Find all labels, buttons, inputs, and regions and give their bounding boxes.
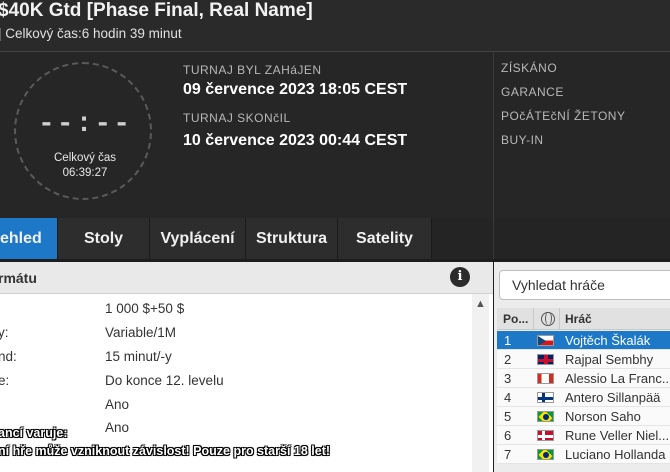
flag-fi-icon [537,392,554,403]
player-position: 7 [504,447,512,462]
divider [493,51,494,259]
player-row[interactable]: 4 Antero Sillanpää [497,388,670,407]
column-position[interactable]: Po... [503,312,528,326]
players-table-header: Po... Hráč [497,308,670,330]
tab-tables[interactable]: Stoly [58,218,150,259]
flag-gb-icon [537,354,554,365]
clock-digits: --:-- [37,109,132,140]
gambling-warning-text: ní hře může vzniknout závislost! Pouze p… [0,444,331,458]
tab-structure[interactable]: Struktura [246,218,338,259]
player-name: Alessio La Franc... [565,371,670,386]
started-value: 09 července 2023 18:05 CEST [183,81,408,98]
player-row[interactable]: 3 Alessio La Franc... [497,369,670,388]
ended-label: TURNAJ SKONčIL [183,111,291,125]
buy-in-label: BUY-IN [501,133,544,147]
player-name: Vojtěch Škalák [565,333,651,348]
flag-br-icon [537,411,554,422]
scroll-up-icon[interactable]: ▲ [475,298,486,310]
player-name: Antero Sillanpää [565,390,661,405]
detail-value: Ano [105,420,130,435]
player-row[interactable]: 5 Norson Saho [497,407,670,426]
player-name: Luciano Hollanda [565,447,666,462]
player-position: 3 [504,371,512,386]
player-position: 5 [504,409,512,424]
details-header-title: rmátu [0,270,37,286]
detail-value: Variable/1M [105,325,177,340]
column-separator [533,308,534,330]
flag-ca-icon [537,373,554,384]
player-position: 6 [504,428,512,443]
detail-key: y: [0,325,9,340]
tournament-subtitle: | Celkový čas:6 hodin 39 minut [0,26,182,41]
player-position: 4 [504,390,512,405]
tab-bar: ehled Stoly Vyplácení Struktura Satelity [0,218,432,259]
flag-cz-icon [537,335,554,346]
tab-payouts[interactable]: Vyplácení [150,218,246,259]
tournament-title: $40K Gtd [Phase Final, Real Name] [0,0,313,21]
gambling-warning-heading: ancí varuje: [0,426,68,440]
detail-value: Do konce 12. levelu [105,373,224,388]
guarantee-label: GARANCE [501,85,564,99]
clock-dial: --:-- Celkový čas 06:39:27 [14,62,152,200]
clock-time: 06:39:27 [62,167,108,179]
tournament-info-panel: --:-- Celkový čas 06:39:27 TURNAJ BYL ZA… [0,51,670,218]
player-name: Rajpal Sembhy [565,352,654,367]
detail-value: Ano [105,397,130,412]
tab-overview[interactable]: ehled [0,218,58,259]
won-label: ZÍSKÁNO [501,61,558,75]
detail-key: nd: [0,349,17,364]
title-bar: $40K Gtd [Phase Final, Real Name] | Celk… [0,0,670,51]
globe-icon[interactable] [541,312,555,326]
column-player[interactable]: Hráč [565,312,592,326]
player-row[interactable]: 1 Vojtěch Škalák [497,331,670,350]
flag-dk-icon [537,430,554,441]
tab-satellites[interactable]: Satelity [338,218,432,259]
details-panel: rmátu i 1 000 $+50 $ y: Variable/1M nd: … [0,262,493,472]
starting-chips-label: POčÁTEčNÍ ŽETONY [501,109,626,123]
players-panel: Vyhledat hráče Po... Hráč 1 Vojtěch Škal… [494,262,670,472]
clock-label: Celkový čas [54,152,116,164]
player-row[interactable]: 2 Rajpal Sembhy [497,350,670,369]
player-row[interactable]: 7 Luciano Hollanda [497,445,670,464]
player-search-input[interactable]: Vyhledat hráče [499,270,670,300]
info-icon[interactable]: i [450,267,470,287]
ended-value: 10 července 2023 00:44 CEST [183,132,408,149]
player-row[interactable]: 6 Rune Veller Niel... [497,426,670,445]
player-position: 1 [504,333,512,348]
started-label: TURNAJ BYL ZAHáJEN [183,63,322,77]
detail-buyin-value: 1 000 $+50 $ [105,301,185,316]
detail-key: e: [0,373,10,388]
player-name: Norson Saho [565,409,641,424]
details-header: rmátu i [0,262,493,294]
player-name: Rune Veller Niel... [565,428,670,443]
player-position: 2 [504,352,512,367]
detail-value: 15 minut/-y [105,349,172,364]
details-scrollbar[interactable]: ▲ [472,294,489,472]
flag-br-icon [537,449,554,460]
column-separator [559,308,560,330]
